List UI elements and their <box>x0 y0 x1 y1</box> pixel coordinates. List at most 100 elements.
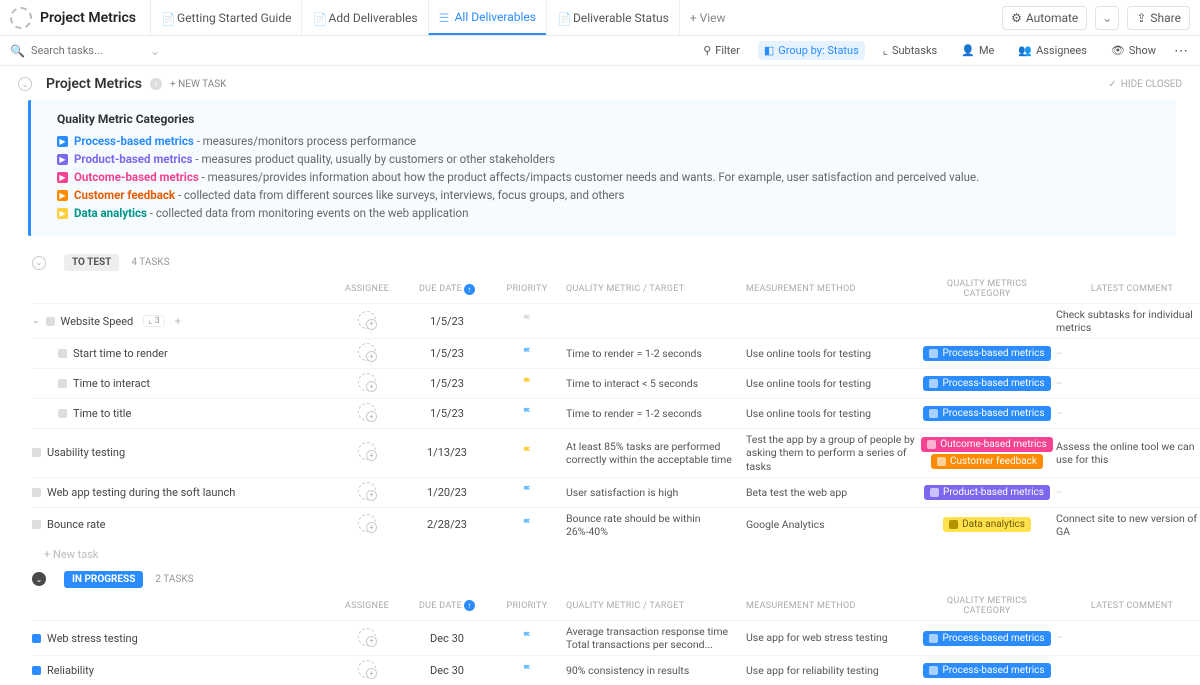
priority-cell[interactable] <box>492 403 562 425</box>
method-cell[interactable]: Use online tools for testing <box>742 343 922 364</box>
task-row[interactable]: Time to title1/5/23Time to render = 1-2 … <box>32 398 1200 428</box>
due-date-cell[interactable]: Dec 30 <box>402 660 492 681</box>
status-square[interactable] <box>32 666 41 675</box>
status-square[interactable] <box>32 520 41 529</box>
column-header[interactable]: MEASUREMENT METHOD <box>742 280 922 298</box>
priority-cell[interactable] <box>492 514 562 536</box>
chevron-down-icon[interactable]: ⌄ <box>150 44 160 58</box>
metric-cell[interactable]: Bounce rate should be within 26%-40% <box>562 508 742 542</box>
assignees-button[interactable]: 👥Assignees <box>1012 41 1093 60</box>
due-date-cell[interactable]: 2/28/23 <box>402 514 492 535</box>
priority-cell[interactable] <box>492 481 562 503</box>
task-name-cell[interactable]: Time to interact <box>32 373 332 394</box>
column-header[interactable]: ASSIGNEE <box>332 597 402 615</box>
metric-cell[interactable]: Time to interact < 5 seconds <box>562 373 742 394</box>
group-collapse[interactable]: ⌄ <box>32 256 46 270</box>
category-tag[interactable]: Process-based metrics <box>923 406 1050 421</box>
automate-caret[interactable]: ⌄ <box>1095 6 1119 30</box>
comment-cell[interactable]: Connect site to new version of GA <box>1052 508 1200 542</box>
column-header[interactable]: QUALITY METRICS CATEGORY <box>922 275 1052 303</box>
status-square[interactable] <box>58 349 67 358</box>
metric-cell[interactable]: Time to render = 1-2 seconds <box>562 403 742 424</box>
show-button[interactable]: 👁Show <box>1105 41 1162 60</box>
comment-cell[interactable]: – <box>1052 627 1200 648</box>
metric-cell[interactable]: 90% consistency in results <box>562 660 742 681</box>
assignee-cell[interactable] <box>332 307 402 336</box>
column-header[interactable]: QUALITY METRIC / TARGET <box>562 280 742 298</box>
priority-flag-icon[interactable] <box>522 347 533 358</box>
column-header[interactable]: DUE DATE ↑ <box>402 596 492 615</box>
tab-getting-started[interactable]: 📄Getting Started Guide <box>150 0 301 35</box>
task-name-cell[interactable]: Bounce rate <box>32 514 332 535</box>
due-date-cell[interactable]: 1/5/23 <box>402 311 492 332</box>
info-icon[interactable]: i <box>150 78 162 90</box>
metric-cell[interactable]: User satisfaction is high <box>562 482 742 503</box>
comment-cell[interactable]: Check subtasks for individual metrics <box>1052 304 1200 338</box>
priority-cell[interactable] <box>492 343 562 365</box>
method-cell[interactable]: Test the app by a group of people by ask… <box>742 429 922 476</box>
category-tag[interactable]: Process-based metrics <box>923 663 1050 678</box>
column-header[interactable]: LATEST COMMENT <box>1052 597 1200 615</box>
metric-cell[interactable]: At least 85% tasks are performed correct… <box>562 436 742 470</box>
comment-cell[interactable]: – <box>1052 403 1200 424</box>
task-row[interactable]: Time to interact 1/5/23 Time to interact <… <box>32 368 1200 398</box>
due-date-cell[interactable]: Dec 30 <box>402 628 492 649</box>
task-name-cell[interactable]: Web stress testing <box>32 628 332 649</box>
me-button[interactable]: 👤Me <box>955 41 1000 60</box>
category-cell[interactable]: Process-based metrics <box>922 372 1052 395</box>
due-date-cell[interactable]: 1/5/23 <box>402 373 492 394</box>
assignee-placeholder[interactable] <box>358 311 376 329</box>
task-row[interactable]: Reliability Dec 30 90% consistency in resu… <box>32 655 1200 685</box>
column-header[interactable]: ASSIGNEE <box>332 280 402 298</box>
column-header[interactable]: QUALITY METRIC / TARGET <box>562 597 742 615</box>
assignee-cell[interactable] <box>332 339 402 368</box>
category-cell[interactable]: Product-based metrics <box>922 481 1052 504</box>
priority-flag-icon[interactable] <box>522 485 533 496</box>
tab-add-deliverables[interactable]: 📄Add Deliverables <box>301 0 427 35</box>
priority-cell[interactable] <box>492 660 562 682</box>
column-header[interactable]: DUE DATE ↑ <box>402 280 492 299</box>
category-tag[interactable]: Product-based metrics <box>924 485 1050 500</box>
add-view-button[interactable]: + View <box>679 0 736 35</box>
assignee-placeholder[interactable] <box>358 660 376 678</box>
category-cell[interactable] <box>922 317 1052 325</box>
category-cell[interactable]: Process-based metrics <box>922 342 1052 365</box>
assignee-placeholder[interactable] <box>358 373 376 391</box>
column-header[interactable]: MEASUREMENT METHOD <box>742 597 922 615</box>
group-by-button[interactable]: ◧Group by: Status <box>758 41 865 60</box>
status-square[interactable] <box>46 317 55 326</box>
column-header[interactable]: LATEST COMMENT <box>1052 280 1200 298</box>
status-pill[interactable]: IN PROGRESS <box>64 571 143 588</box>
priority-cell[interactable] <box>492 310 562 332</box>
subtask-count[interactable]: ⌞ 3 <box>143 315 165 327</box>
more-menu[interactable]: ⋯ <box>1174 43 1190 59</box>
expand-caret[interactable]: ⌄ <box>32 316 40 326</box>
category-cell[interactable]: Data analytics <box>922 513 1052 536</box>
method-cell[interactable]: Google Analytics <box>742 514 922 535</box>
status-square[interactable] <box>32 634 41 643</box>
hide-closed-button[interactable]: ✓HIDE CLOSED <box>1108 79 1182 90</box>
new-task-row[interactable]: + New task <box>32 542 1200 567</box>
tab-deliverable-status[interactable]: 📄Deliverable Status <box>546 0 679 35</box>
due-date-cell[interactable]: 1/13/23 <box>402 442 492 463</box>
task-row[interactable]: Web stress testingDec 30Average transact… <box>32 620 1200 655</box>
assignee-cell[interactable] <box>332 510 402 539</box>
assignee-cell[interactable] <box>332 624 402 653</box>
method-cell[interactable]: Use online tools for testing <box>742 403 922 424</box>
search-input[interactable] <box>31 44 144 57</box>
task-name-cell[interactable]: Time to title <box>32 403 332 424</box>
category-tag[interactable]: Data analytics <box>943 517 1031 532</box>
category-tag[interactable]: Outcome-based metrics <box>921 437 1053 452</box>
column-header[interactable] <box>32 285 332 293</box>
assignee-placeholder[interactable] <box>358 403 376 421</box>
status-square[interactable] <box>32 488 41 497</box>
task-name-cell[interactable]: Reliability <box>32 660 332 681</box>
column-header[interactable]: PRIORITY <box>492 280 562 298</box>
task-row[interactable]: Usability testing1/13/23At least 85% tas… <box>32 428 1200 476</box>
task-row[interactable]: Start time to render1/5/23Time to render… <box>32 338 1200 368</box>
category-cell[interactable]: Outcome-based metrics Customer feedback <box>922 433 1052 473</box>
priority-cell[interactable] <box>492 373 562 395</box>
category-tag[interactable]: Customer feedback <box>931 454 1043 469</box>
method-cell[interactable]: Use online tools for testing <box>742 373 922 394</box>
priority-flag-icon[interactable] <box>522 631 533 642</box>
